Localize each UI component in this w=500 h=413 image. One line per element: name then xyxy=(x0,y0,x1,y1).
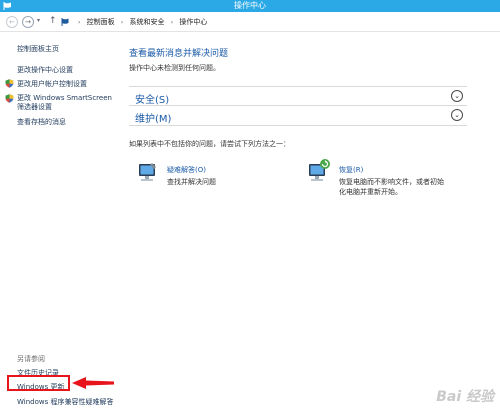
control-panel-window: 操作中心 ← → ▾ ↑ › 控制面板 › 系统和安全 › 操作中心 控制面板主… xyxy=(0,0,500,413)
left-pane: 控制面板主页 更改操作中心设置 更改用户帐户控制设置 更改 Windows Sm… xyxy=(0,33,122,413)
smartscreen-link-line2: 筛选器设置 xyxy=(17,103,52,111)
breadcrumb-system-security[interactable]: 系统和安全 xyxy=(130,18,165,26)
up-button[interactable]: ↑ xyxy=(49,16,57,26)
view-archived-messages-link[interactable]: 查看存档的消息 xyxy=(17,118,66,127)
change-uac-settings-link[interactable]: 更改用户帐户控制设置 xyxy=(17,80,87,89)
breadcrumb-control-panel[interactable]: 控制面板 xyxy=(87,18,115,26)
maintenance-section[interactable]: 维护(M) ⌄ xyxy=(129,106,467,126)
recovery-desc-line1: 恢复电脑而不影响文件，或者初始 xyxy=(339,178,444,186)
page-subtitle: 操作中心未检测到任何问题。 xyxy=(129,64,220,72)
watermark-logo: Bai 经验 xyxy=(436,389,494,405)
smartscreen-shield-icon xyxy=(5,94,14,103)
maintenance-section-label: 维护(M) xyxy=(135,114,172,125)
security-section-label: 安全(S) xyxy=(135,95,170,106)
chevron-down-icon[interactable]: ⌄ xyxy=(451,90,463,102)
recovery-desc-line2: 化电脑并重新开始。 xyxy=(339,188,402,196)
breadcrumb: › 控制面板 › 系统和安全 › 操作中心 xyxy=(74,17,207,28)
breadcrumb-action-center[interactable]: 操作中心 xyxy=(179,18,207,26)
action-center-flag-icon xyxy=(61,18,69,26)
recovery-icon xyxy=(309,159,330,181)
troubleshooting-desc: 查找并解决问题 xyxy=(167,178,216,186)
troubleshoot-hint: 如果列表中不包括你的问题，请尝试下列方法之一： xyxy=(129,140,290,148)
recovery-link[interactable]: 恢复(R) xyxy=(339,165,363,175)
security-section[interactable]: 安全(S) ⌄ xyxy=(129,86,467,106)
title-bar: 操作中心 xyxy=(0,0,500,12)
chevron-down-icon[interactable]: ⌄ xyxy=(451,109,463,121)
back-button[interactable]: ← xyxy=(6,16,18,28)
page-title: 查看最新消息并解决问题 xyxy=(129,49,229,59)
troubleshooting-icon xyxy=(139,163,156,181)
breadcrumb-separator: › xyxy=(120,19,124,26)
see-also-heading: 另请参阅 xyxy=(17,355,45,363)
highlight-arrow-icon xyxy=(72,377,114,389)
change-action-center-settings-link[interactable]: 更改操作中心设置 xyxy=(17,66,73,75)
control-panel-home-link[interactable]: 控制面板主页 xyxy=(17,45,59,54)
breadcrumb-separator: › xyxy=(78,19,81,26)
forward-button[interactable]: → xyxy=(22,16,34,28)
troubleshooting-link[interactable]: 疑难解答(O) xyxy=(167,165,206,175)
address-bar: ← → ▾ ↑ › 控制面板 › 系统和安全 › 操作中心 xyxy=(0,12,500,32)
window-title: 操作中心 xyxy=(234,1,266,10)
change-smartscreen-settings-link[interactable]: 更改 Windows SmartScreen 筛选器设置 xyxy=(17,94,112,112)
highlight-box xyxy=(7,375,70,391)
smartscreen-link-line1: 更改 Windows SmartScreen xyxy=(17,94,112,102)
breadcrumb-separator: › xyxy=(170,19,174,26)
uac-shield-icon xyxy=(5,79,14,88)
program-compatibility-troubleshooter-link[interactable]: Windows 程序兼容性疑难解答 xyxy=(17,398,113,407)
recovery-desc: 恢复电脑而不影响文件，或者初始 化电脑并重新开始。 xyxy=(339,177,444,197)
recent-locations-chevron-icon[interactable]: ▾ xyxy=(37,17,40,24)
